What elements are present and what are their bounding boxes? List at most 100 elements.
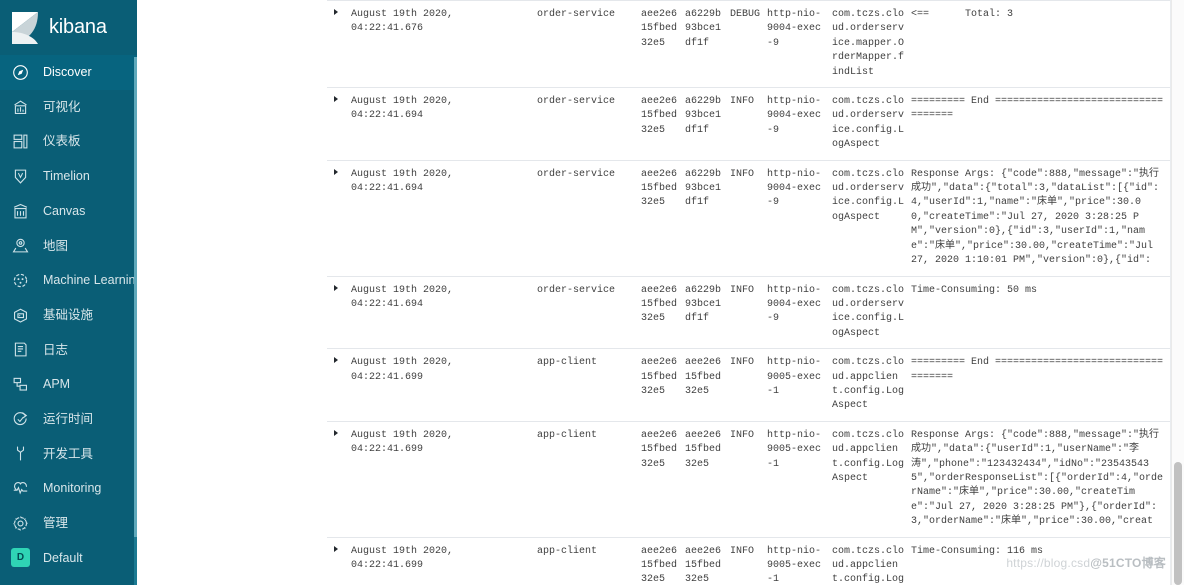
expand-row-toggle[interactable]	[327, 429, 351, 436]
machine-learning-icon	[11, 271, 30, 290]
expand-row-toggle[interactable]	[327, 284, 351, 291]
cell-timestamp: August 19th 2020, 04:22:41.699	[351, 429, 454, 456]
sidebar-item-monitoring[interactable]: Monitoring	[0, 471, 137, 506]
cell-timestamp: August 19th 2020, 04:22:41.699	[351, 357, 454, 383]
cell-service: app-client	[537, 429, 598, 441]
sidebar-item-label: Canvas	[43, 203, 86, 218]
sidebar-nav-list: Discover 可视化 仪表板 Timelion Canvas 地图 Mach…	[0, 55, 137, 585]
main-content: August 19th 2020, 04:22:41.676 order-ser…	[137, 0, 1184, 585]
sidebar-item-space-default[interactable]: D Default	[0, 541, 137, 576]
sidebar-item-label: Monitoring	[43, 481, 102, 496]
table-row[interactable]: August 19th 2020, 04:22:41.699 app-clien…	[327, 422, 1170, 538]
sidebar-item-label: 基础设施	[43, 307, 94, 322]
cell-thread: http-nio-9005-exec-1	[767, 429, 822, 470]
cell-message: ========= End ==========================…	[911, 357, 1164, 383]
space-avatar: D	[11, 548, 30, 568]
cell-message: <== Total: 3	[911, 9, 1014, 20]
logs-icon	[11, 340, 30, 359]
kibana-brand[interactable]: kibana	[0, 0, 137, 55]
sidebar-item-machine-learning[interactable]: Machine Learning	[0, 263, 137, 298]
sidebar-item-logs[interactable]: 日志	[0, 333, 137, 368]
cell-log-level: INFO	[730, 168, 755, 180]
cell-trace-id: aee2e615fbed32e5	[641, 429, 678, 470]
table-row[interactable]: August 19th 2020, 04:22:41.694 order-ser…	[327, 88, 1170, 161]
expand-row-toggle[interactable]	[327, 168, 351, 175]
primary-navigation-sidebar: kibana Discover 可视化 仪表板 Timelion Canvas …	[0, 0, 137, 585]
discover-doc-table: August 19th 2020, 04:22:41.676 order-ser…	[327, 0, 1170, 585]
cell-service: order-service	[537, 168, 616, 180]
cell-logger: com.tczs.cloud.appclient.config.LogAspec…	[832, 357, 905, 412]
cell-thread: http-nio-9005-exec-1	[767, 545, 822, 585]
table-row[interactable]: August 19th 2020, 04:22:41.694 order-ser…	[327, 161, 1170, 277]
maps-icon	[11, 236, 30, 255]
cell-logger: com.tczs.cloud.orderservice.config.LogAs…	[832, 96, 905, 151]
expand-row-toggle[interactable]	[327, 356, 351, 364]
page-scrollbar[interactable]	[1171, 0, 1184, 585]
cell-trace-id: aee2e615fbed32e5	[641, 9, 678, 49]
cell-message: ========= End ==========================…	[911, 96, 1164, 122]
sidebar-item-label: 开发工具	[43, 446, 94, 461]
cell-span-id: a6229b93bce1df1f	[685, 96, 722, 136]
cell-message: Response Args: {"code":888,"message":"执行…	[911, 429, 1164, 528]
sidebar-item-uptime[interactable]: 运行时间	[0, 402, 137, 437]
cell-logger: com.tczs.cloud.orderservice.config.LogAs…	[832, 168, 905, 223]
cell-thread: http-nio-9004-exec-9	[767, 96, 822, 136]
cell-service: app-client	[537, 545, 598, 557]
uptime-icon	[11, 410, 30, 429]
sidebar-item-label: APM	[43, 377, 71, 392]
sidebar-item-collapse[interactable]	[0, 575, 137, 585]
sidebar-item-timelion[interactable]: Timelion	[0, 159, 137, 194]
chevron-right-icon	[334, 96, 338, 103]
dashboard-icon	[11, 132, 30, 151]
table-row[interactable]: August 19th 2020, 04:22:41.699 app-clien…	[327, 349, 1170, 422]
cell-timestamp: August 19th 2020, 04:22:41.694	[351, 168, 454, 195]
chevron-right-icon	[334, 168, 338, 175]
sidebar-item-maps[interactable]: 地图	[0, 228, 137, 263]
sidebar-item-infrastructure[interactable]: 基础设施	[0, 298, 137, 333]
cell-message: Time-Consuming: 116 ms	[911, 545, 1044, 557]
sidebar-item-apm[interactable]: APM	[0, 367, 137, 402]
monitoring-icon	[11, 479, 30, 498]
cell-message: Response Args: {"code":888,"message":"执行…	[911, 168, 1160, 267]
table-row[interactable]: August 19th 2020, 04:22:41.676 order-ser…	[327, 0, 1170, 89]
cell-thread: http-nio-9004-exec-9	[767, 9, 822, 49]
cell-thread: http-nio-9005-exec-1	[767, 357, 822, 397]
visualize-icon	[11, 98, 30, 117]
sidebar-item-discover[interactable]: Discover	[0, 55, 137, 90]
infrastructure-icon	[11, 306, 30, 325]
cell-service: order-service	[537, 9, 616, 20]
sidebar-item-dashboard[interactable]: 仪表板	[0, 124, 137, 159]
cell-trace-id: aee2e615fbed32e5	[641, 284, 678, 325]
sidebar-item-canvas[interactable]: Canvas	[0, 194, 137, 229]
sidebar-item-label: 管理	[43, 516, 69, 531]
sidebar-item-label: Machine Learning	[43, 273, 137, 288]
timelion-icon	[11, 167, 30, 186]
cell-span-id: a6229b93bce1df1f	[685, 168, 722, 209]
expand-row-toggle[interactable]	[327, 545, 351, 552]
sidebar-item-visualize[interactable]: 可视化	[0, 90, 137, 125]
sidebar-item-label: 地图	[43, 238, 69, 253]
chevron-right-icon	[334, 284, 338, 291]
chevron-right-icon	[334, 357, 338, 364]
cell-service: app-client	[537, 357, 598, 369]
table-row[interactable]: August 19th 2020, 04:22:41.699 app-clien…	[327, 538, 1170, 585]
table-row[interactable]: August 19th 2020, 04:22:41.694 order-ser…	[327, 277, 1170, 350]
cell-message: Time-Consuming: 50 ms	[911, 284, 1038, 296]
cell-timestamp: August 19th 2020, 04:22:41.676	[351, 9, 454, 35]
cell-trace-id: aee2e615fbed32e5	[641, 545, 678, 585]
sidebar-item-dev-tools[interactable]: 开发工具	[0, 437, 137, 472]
cell-thread: http-nio-9004-exec-9	[767, 168, 822, 209]
cell-logger: com.tczs.cloud.appclient.config.LogAspec…	[832, 545, 905, 585]
expand-row-toggle[interactable]	[327, 8, 351, 15]
cell-thread: http-nio-9004-exec-9	[767, 284, 822, 325]
chevron-right-icon	[334, 429, 338, 436]
dev-tools-wrench-icon	[11, 444, 30, 463]
page-scrollbar-thumb[interactable]	[1174, 462, 1182, 585]
cell-service: order-service	[537, 96, 616, 108]
sidebar-item-management[interactable]: 管理	[0, 506, 137, 541]
cell-log-level: INFO	[730, 429, 755, 441]
cell-logger: com.tczs.cloud.appclient.config.LogAspec…	[832, 429, 905, 484]
cell-trace-id: aee2e615fbed32e5	[641, 168, 678, 209]
expand-row-toggle[interactable]	[327, 95, 351, 103]
cell-span-id: aee2e615fbed32e5	[685, 357, 722, 397]
